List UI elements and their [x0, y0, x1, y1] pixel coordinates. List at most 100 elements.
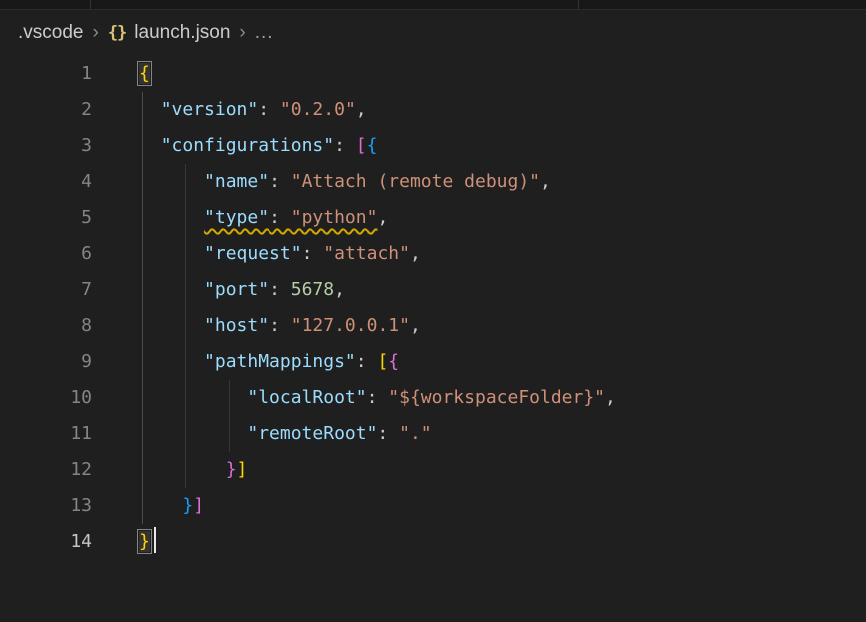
line-number[interactable]: 4 [0, 164, 92, 200]
line-number[interactable]: 7 [0, 272, 92, 308]
line-number[interactable]: 1 [0, 56, 92, 92]
code-text: "port": 5678, [92, 272, 345, 308]
code-token: : [367, 387, 389, 408]
code-token [139, 279, 204, 300]
line-number[interactable]: 8 [0, 308, 92, 344]
code-token [139, 315, 204, 336]
indent-guide [142, 92, 143, 128]
line-number[interactable]: 2 [0, 92, 92, 128]
code-token: "Attach (remote debug)" [291, 171, 540, 192]
code-token: "127.0.0.1" [291, 315, 410, 336]
code-token: "attach" [323, 243, 410, 264]
breadcrumb-item-launch-json[interactable]: {} launch.json [108, 22, 231, 44]
indent-guide [185, 272, 186, 308]
code-line[interactable]: 3 "configurations": [{ [0, 128, 866, 164]
breadcrumb: .vscode › {} launch.json › ... [0, 10, 866, 56]
code-token: : [269, 171, 291, 192]
code-token: { [388, 351, 399, 372]
code-text: }] [92, 452, 247, 488]
code-token: "type" [204, 207, 269, 228]
code-token: } [182, 495, 193, 516]
code-token: [ [377, 351, 388, 372]
code-token: : [269, 207, 291, 228]
editor[interactable]: 1{2 "version": "0.2.0",3 "configurations… [0, 56, 866, 560]
code-token: "version" [161, 99, 259, 120]
code-token: "python" [291, 207, 378, 228]
chevron-right-icon: › [230, 22, 254, 44]
code-token: "request" [204, 243, 302, 264]
breadcrumb-item-symbol-path[interactable]: ... [255, 22, 274, 44]
code-text: "remoteRoot": "." [92, 416, 432, 452]
json-braces-icon: {} [108, 23, 126, 43]
code-token: : [356, 351, 378, 372]
code-token: { [367, 135, 378, 156]
code-text: "version": "0.2.0", [92, 92, 367, 128]
code-token: , [605, 387, 616, 408]
code-token: : [302, 243, 324, 264]
line-number[interactable]: 6 [0, 236, 92, 272]
code-token: "port" [204, 279, 269, 300]
indent-guide [185, 308, 186, 344]
line-number[interactable]: 11 [0, 416, 92, 452]
code-text: "pathMappings": [{ [92, 344, 399, 380]
code-line[interactable]: 7 "port": 5678, [0, 272, 866, 308]
indent-guide [142, 308, 143, 344]
code-token [139, 387, 247, 408]
code-line[interactable]: 14} [0, 524, 866, 560]
code-token: "remoteRoot" [247, 423, 377, 444]
code-token: , [377, 207, 388, 228]
chevron-right-icon: › [83, 22, 107, 44]
code-line[interactable]: 11 "remoteRoot": "." [0, 416, 866, 452]
code-line[interactable]: 1{ [0, 56, 866, 92]
breadcrumb-item-vscode[interactable]: .vscode [18, 22, 83, 44]
code-token: ] [193, 495, 204, 516]
code-line[interactable]: 9 "pathMappings": [{ [0, 344, 866, 380]
code-token [139, 243, 204, 264]
line-number[interactable]: 9 [0, 344, 92, 380]
indent-guide [142, 272, 143, 308]
line-number[interactable]: 3 [0, 128, 92, 164]
line-number[interactable]: 10 [0, 380, 92, 416]
code-token: } [226, 459, 237, 480]
code-line[interactable]: 13 }] [0, 488, 866, 524]
code-line[interactable]: 12 }] [0, 452, 866, 488]
line-number[interactable]: 14 [0, 524, 92, 560]
indent-guide [142, 452, 143, 488]
indent-guide [185, 344, 186, 380]
code-text: "host": "127.0.0.1", [92, 308, 421, 344]
code-token: 5678 [291, 279, 334, 300]
code-token: [ [356, 135, 367, 156]
code-token: "." [399, 423, 432, 444]
code-text: "localRoot": "${workspaceFolder}", [92, 380, 616, 416]
code-text: "request": "attach", [92, 236, 421, 272]
code-token [139, 459, 226, 480]
indent-guide [142, 128, 143, 164]
code-line[interactable]: 5 "type": "python", [0, 200, 866, 236]
code-token [139, 351, 204, 372]
code-line[interactable]: 2 "version": "0.2.0", [0, 92, 866, 128]
code-line[interactable]: 8 "host": "127.0.0.1", [0, 308, 866, 344]
code-token: "host" [204, 315, 269, 336]
code-line[interactable]: 10 "localRoot": "${workspaceFolder}", [0, 380, 866, 416]
code-token [139, 495, 182, 516]
code-token: : [377, 423, 399, 444]
tab-divider [90, 0, 91, 9]
code-token: , [410, 315, 421, 336]
code-text: } [92, 524, 156, 560]
line-number[interactable]: 12 [0, 452, 92, 488]
indent-guide [229, 416, 230, 452]
indent-guide [185, 236, 186, 272]
code-line[interactable]: 6 "request": "attach", [0, 236, 866, 272]
code-token: , [540, 171, 551, 192]
line-number[interactable]: 5 [0, 200, 92, 236]
code-token: : [258, 99, 280, 120]
breadcrumb-label: launch.json [134, 22, 230, 44]
code-token: ] [237, 459, 248, 480]
indent-guide [142, 236, 143, 272]
code-line[interactable]: 4 "name": "Attach (remote debug)", [0, 164, 866, 200]
indent-guide [142, 344, 143, 380]
breadcrumb-label: ... [255, 22, 274, 44]
close-brace-root: } [139, 531, 150, 552]
line-number[interactable]: 13 [0, 488, 92, 524]
code-text: "configurations": [{ [92, 128, 377, 164]
